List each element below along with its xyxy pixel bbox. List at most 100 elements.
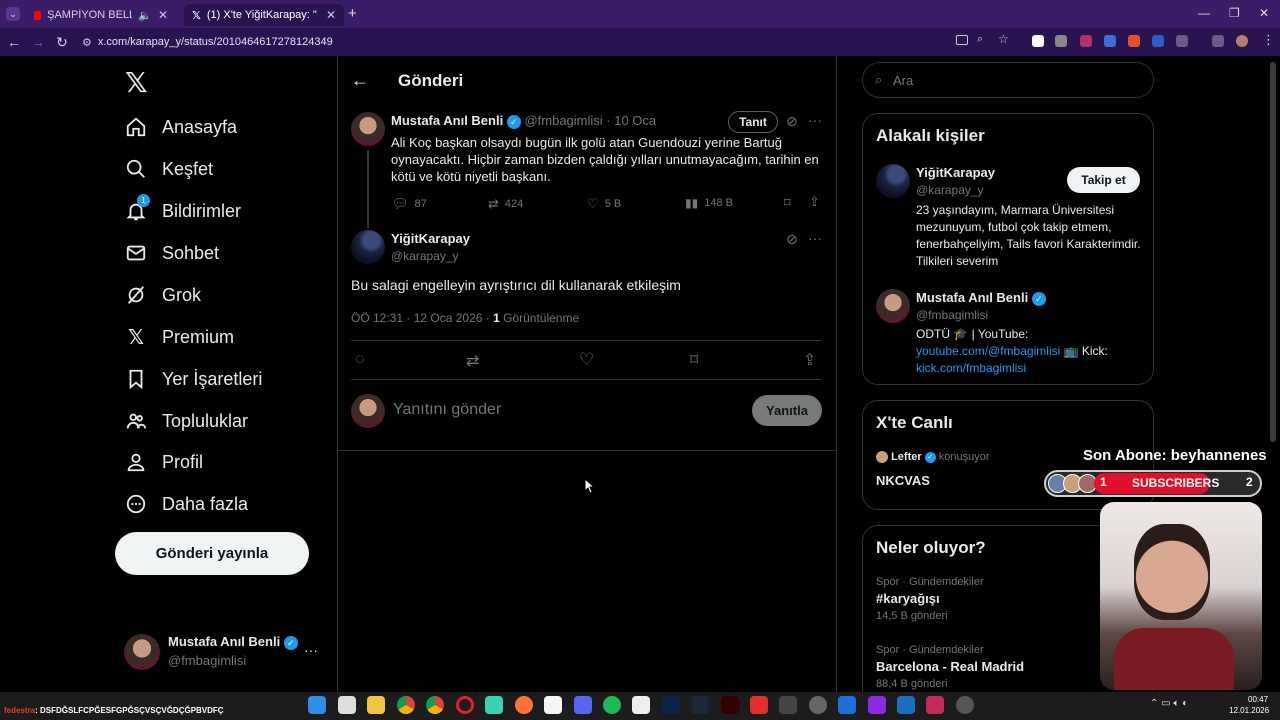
person-handle[interactable]: @fmbagimlisi <box>916 308 988 322</box>
extension-icon[interactable] <box>1128 35 1140 47</box>
scrollbar[interactable] <box>1270 62 1276 442</box>
extension-icon[interactable] <box>1104 35 1116 47</box>
app-icon[interactable] <box>897 696 915 714</box>
app-icon[interactable] <box>779 696 797 714</box>
author-name[interactable]: Mustafa Anıl Benli <box>391 113 503 128</box>
promote-button[interactable]: Tanıt <box>728 111 778 133</box>
extension-icon[interactable] <box>1080 35 1092 47</box>
author-name[interactable]: YiğitKarapay <box>391 231 470 246</box>
app-icon[interactable] <box>956 696 974 714</box>
folder-icon[interactable] <box>367 696 385 714</box>
url-field[interactable]: ⚙ x.com/karapay_y/status/201046461727812… <box>82 32 942 52</box>
nav-bookmarks[interactable]: Yer İşaretleri <box>124 363 262 395</box>
extension-icon[interactable] <box>1032 35 1044 47</box>
nav-premium[interactable]: 𝕏 Premium <box>124 321 234 353</box>
reload-icon[interactable]: ↻ <box>54 34 70 51</box>
close-icon[interactable]: ✕ <box>158 8 168 22</box>
avatar[interactable] <box>351 230 385 264</box>
tweet-timestamp[interactable]: ÖÖ 12:31 · 12 Oca 2026 · <box>351 311 493 325</box>
menu-icon[interactable]: ⋮ <box>1262 32 1275 48</box>
reading-list-icon[interactable] <box>1212 35 1224 47</box>
post-button[interactable]: Gönderi yayınla <box>115 532 309 575</box>
follow-button[interactable]: Takip et <box>1067 167 1140 193</box>
search-field[interactable]: ⌕ Ara <box>862 62 1154 98</box>
back-icon[interactable]: ← <box>6 34 22 50</box>
opera-icon[interactable] <box>456 696 474 714</box>
nav-profile[interactable]: Profil <box>124 446 203 478</box>
share-icon[interactable]: ⇪ <box>809 194 820 210</box>
app-icon[interactable] <box>838 696 856 714</box>
new-tab-button[interactable]: + <box>348 5 357 22</box>
avatar[interactable] <box>351 112 385 146</box>
forward-icon[interactable]: → <box>30 34 46 50</box>
tray-time[interactable]: 00:47 <box>1248 695 1268 704</box>
nav-home[interactable]: Anasayfa <box>124 111 237 143</box>
reply-button[interactable]: Yanıtla <box>752 395 822 426</box>
more-icon[interactable]: ··· <box>808 112 822 128</box>
repost-icon[interactable]: ⇄ <box>466 351 479 371</box>
bookmark-icon[interactable]: ⌑ <box>690 350 698 370</box>
person-name[interactable]: YiğitKarapay <box>916 165 995 180</box>
site-info-icon[interactable]: ⚙ <box>82 36 92 49</box>
heart-icon[interactable]: ♡ <box>579 350 594 370</box>
puzzle-icon[interactable] <box>1176 35 1188 47</box>
person-handle[interactable]: @karapay_y <box>916 183 984 197</box>
tweet-date[interactable]: · 10 Oca <box>606 113 656 128</box>
discord-icon[interactable] <box>574 696 592 714</box>
maximize-button[interactable]: ❐ <box>1229 6 1240 20</box>
like-action[interactable]: ♡ 5 B <box>587 196 621 212</box>
views-action[interactable]: ▮▮ 148 B <box>685 196 733 210</box>
extension-icon[interactable] <box>1152 35 1164 47</box>
tray-icons[interactable]: ⌃ ▭ 🔈︎ ◐ <box>1150 698 1188 709</box>
bio-link[interactable]: youtube.com/@fmbagimlisi <box>916 344 1060 358</box>
x-logo[interactable]: 𝕏 <box>125 66 148 99</box>
tab-x[interactable]: 𝕏 (1) X'te YiğitKarapay: "@fmbag… ✕ <box>184 4 344 26</box>
app-icon[interactable] <box>544 696 562 714</box>
live-space-title[interactable]: NKCVAS <box>876 473 930 488</box>
minimize-button[interactable]: — <box>1198 6 1210 20</box>
bookmark-icon[interactable]: ⌑ <box>784 195 791 211</box>
repost-action[interactable]: ⇄ 424 <box>488 196 523 212</box>
person-name[interactable]: Mustafa Anıl Benli ✓ <box>916 290 1046 306</box>
more-icon[interactable]: ··· <box>808 230 822 246</box>
author-handle[interactable]: @fmbagimlisi <box>524 113 602 128</box>
back-arrow-icon[interactable]: ← <box>351 70 369 91</box>
reply-input[interactable]: Yanıtını gönder <box>393 401 733 419</box>
author-handle[interactable]: @karapay_y <box>391 249 459 263</box>
window-close-button[interactable]: ✕ <box>1259 6 1269 20</box>
illustrator-icon[interactable] <box>721 696 739 714</box>
grok-icon[interactable]: ⊘ <box>786 231 798 248</box>
extension-icon[interactable] <box>1055 35 1067 47</box>
start-icon[interactable] <box>308 696 326 714</box>
zoom-icon[interactable]: ⌕ <box>977 33 983 46</box>
close-icon[interactable]: ✕ <box>326 8 336 22</box>
trend-item[interactable]: Spor · Gündemdekiler #karyağışı 14,5 B g… <box>876 576 1136 622</box>
chrome-icon[interactable] <box>397 696 415 714</box>
photoshop-icon[interactable] <box>662 696 680 714</box>
chrome-icon[interactable] <box>426 696 444 714</box>
trend-item[interactable]: Spor · Gündemdekiler Barcelona - Real Ma… <box>876 644 1136 690</box>
share-icon[interactable]: ⇪ <box>803 350 816 370</box>
settings-icon[interactable] <box>809 696 827 714</box>
app-icon[interactable] <box>926 696 944 714</box>
more-icon[interactable]: ··· <box>304 642 318 658</box>
spotify-icon[interactable] <box>603 696 621 714</box>
reply-icon[interactable]: ◌ <box>355 351 365 369</box>
nav-more[interactable]: Daha fazla <box>124 488 248 520</box>
grok-icon[interactable]: ⊘ <box>786 113 798 130</box>
nav-grok[interactable]: Grok <box>124 279 201 311</box>
tab-youtube[interactable]: ŞAMPİYON BELLİ OLUYO… 🔈 ✕ <box>26 4 176 26</box>
account-switcher[interactable]: Mustafa Anıl Benli ✓ @fmbagimlisi ··· <box>122 630 322 674</box>
nav-messages[interactable]: Sohbet <box>124 237 219 269</box>
app-icon[interactable] <box>868 696 886 714</box>
nav-explore[interactable]: Keşfet <box>124 153 213 185</box>
avatar[interactable] <box>876 289 910 323</box>
app-icon[interactable] <box>338 696 356 714</box>
nav-communities[interactable]: Topluluklar <box>124 405 248 437</box>
tray-date[interactable]: 12.01.2026 <box>1229 706 1269 715</box>
nav-notifications[interactable]: 1 Bildirimler <box>124 194 241 227</box>
bio-link[interactable]: kick.com/fmbagimlisi <box>916 361 1026 375</box>
app-icon[interactable] <box>485 696 503 714</box>
install-icon[interactable] <box>956 35 968 45</box>
firefox-icon[interactable] <box>515 696 533 714</box>
